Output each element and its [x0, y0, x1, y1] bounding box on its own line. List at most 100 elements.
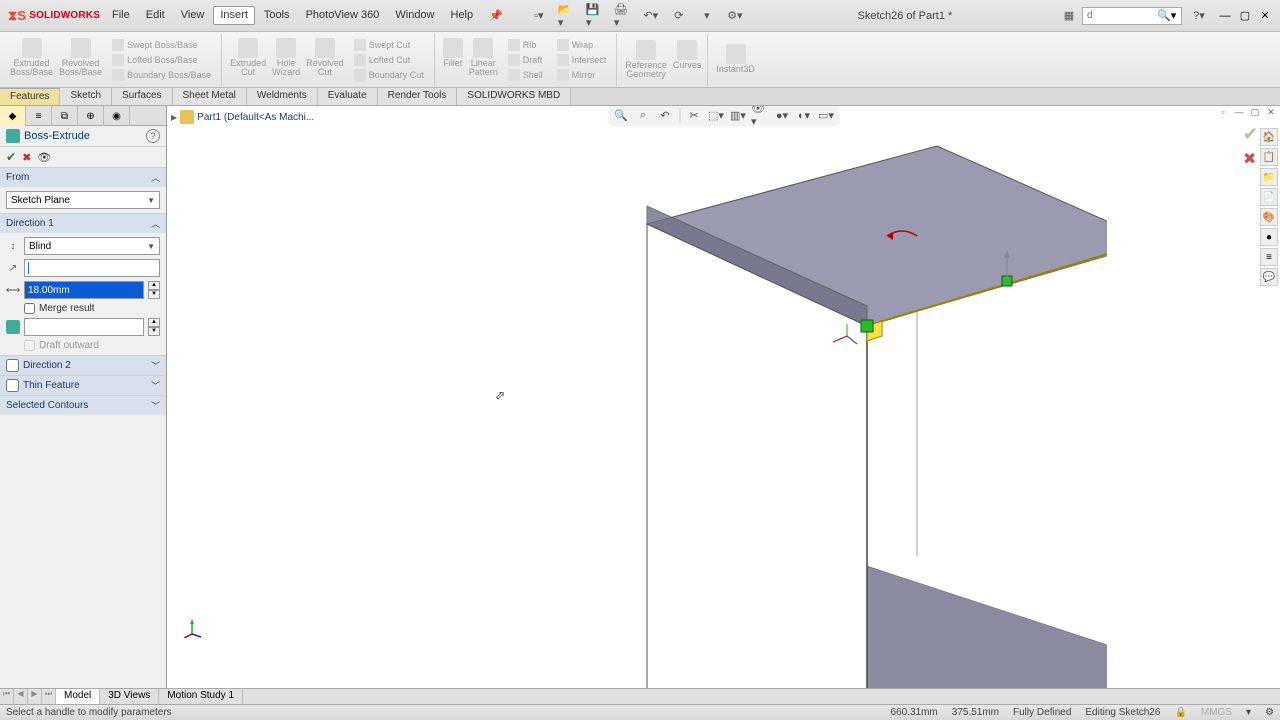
- tab-motion-study[interactable]: Motion Study 1: [159, 689, 243, 704]
- lofted-cut-button[interactable]: Lofted Cut: [350, 53, 428, 67]
- task-appearances-icon[interactable]: ●: [1260, 228, 1278, 246]
- status-options-icon[interactable]: ⚙: [1265, 707, 1274, 718]
- boundary-boss-button[interactable]: Boundary Boss/Base: [108, 68, 215, 82]
- feature-manager-tab-icon[interactable]: ◆: [0, 106, 26, 126]
- minimize-icon[interactable]: —: [1216, 8, 1234, 24]
- new-icon[interactable]: ▫▾: [530, 7, 548, 25]
- end-condition-dropdown[interactable]: Blind▼: [24, 237, 160, 255]
- instant3d-button[interactable]: Instant3D: [716, 44, 755, 74]
- task-custom-props-icon[interactable]: ≡: [1260, 248, 1278, 266]
- direction2-checkbox[interactable]: [6, 359, 19, 372]
- thin-feature-checkbox[interactable]: [6, 379, 19, 392]
- close-icon[interactable]: ✕: [1256, 8, 1274, 24]
- boundary-cut-button[interactable]: Boundary Cut: [350, 68, 428, 82]
- task-view-palette-icon[interactable]: 🎨: [1260, 208, 1278, 226]
- menu-edit[interactable]: Edit: [139, 6, 172, 25]
- tab-nav-last-icon[interactable]: ⏭: [42, 689, 56, 704]
- revolved-cut-button[interactable]: Revolved Cut: [306, 38, 344, 82]
- help-icon[interactable]: ?▾: [1190, 7, 1208, 25]
- task-resources-icon[interactable]: 📋: [1260, 148, 1278, 166]
- menu-view[interactable]: View: [174, 6, 212, 25]
- viewport-min-icon[interactable]: —: [1232, 106, 1246, 118]
- section-direction2[interactable]: Direction 2﹀: [0, 356, 166, 375]
- rebuild-icon[interactable]: ⟳: [670, 7, 688, 25]
- lofted-boss-button[interactable]: Lofted Boss/Base: [108, 53, 215, 67]
- property-manager-tab-icon[interactable]: ≡: [26, 106, 52, 126]
- status-chevron-icon[interactable]: ▾: [1246, 707, 1251, 718]
- swept-boss-button[interactable]: Swept Boss/Base: [108, 38, 215, 52]
- from-dropdown[interactable]: Sketch Plane▼: [6, 191, 160, 209]
- depth-spinner[interactable]: ▲▼: [148, 281, 160, 299]
- open-icon[interactable]: 📂▾: [558, 7, 576, 25]
- part-name[interactable]: Part1 (Default<As Machi...: [197, 112, 314, 123]
- tab-weldments[interactable]: Weldments: [247, 88, 318, 105]
- hide-show-icon[interactable]: 👁▾: [751, 106, 769, 124]
- intersect-button[interactable]: Intersect: [553, 53, 611, 67]
- tab-solidworks-mbd[interactable]: SOLIDWORKS MBD: [457, 88, 571, 105]
- tab-features[interactable]: Features: [0, 88, 60, 105]
- draft-angle-input[interactable]: [24, 318, 144, 336]
- print-icon[interactable]: 🖨▾: [614, 7, 632, 25]
- view-settings-icon[interactable]: ▭▾: [817, 106, 835, 124]
- menu-file[interactable]: File: [105, 6, 137, 25]
- tab-model[interactable]: Model: [56, 689, 100, 704]
- hole-wizard-button[interactable]: Hole Wizard: [272, 38, 300, 82]
- direction-vector-input[interactable]: [24, 259, 160, 277]
- accept-icon[interactable]: ✔: [6, 150, 16, 164]
- viewport-link-icon[interactable]: ▫: [1216, 106, 1230, 118]
- layout-icon[interactable]: ▦: [1060, 7, 1078, 25]
- tab-nav-next-icon[interactable]: ▶: [28, 689, 42, 704]
- menu-pin-icon[interactable]: 📌: [482, 6, 510, 25]
- maximize-icon[interactable]: ▢: [1236, 8, 1254, 24]
- extruded-cut-button[interactable]: Extruded Cut: [230, 38, 266, 82]
- draft-button[interactable]: Draft: [504, 53, 547, 67]
- expand-tree-icon[interactable]: ▶: [171, 113, 177, 122]
- section-from[interactable]: From︿: [0, 168, 166, 187]
- save-icon[interactable]: 💾▾: [586, 7, 604, 25]
- tab-nav-first-icon[interactable]: ⏮: [0, 689, 14, 704]
- section-selected-contours[interactable]: Selected Contours﹀: [0, 396, 166, 415]
- cancel-icon[interactable]: ✖: [22, 151, 31, 164]
- tab-sheet-metal[interactable]: Sheet Metal: [173, 88, 247, 105]
- merge-result-checkbox[interactable]: [24, 303, 35, 314]
- search-input[interactable]: [1087, 10, 1157, 21]
- tab-3d-views[interactable]: 3D Views: [100, 689, 159, 704]
- swept-cut-button[interactable]: Swept Cut: [350, 38, 428, 52]
- status-lock-icon[interactable]: 🔒: [1174, 707, 1186, 718]
- reverse-direction-icon[interactable]: ↕: [6, 239, 20, 253]
- previous-view-icon[interactable]: ↶: [656, 106, 674, 124]
- task-file-explorer-icon[interactable]: 📄: [1260, 188, 1278, 206]
- draft-spinner[interactable]: ▲▼: [148, 318, 160, 336]
- viewport-close-icon[interactable]: ✕: [1264, 106, 1278, 118]
- linear-pattern-button[interactable]: Linear Pattern: [469, 38, 498, 82]
- cancel-feature-icon[interactable]: ✖: [1243, 149, 1258, 169]
- status-units[interactable]: MMGS: [1201, 707, 1232, 718]
- display-style-icon[interactable]: ▥▾: [729, 106, 747, 124]
- zoom-fit-icon[interactable]: 🔍: [612, 106, 630, 124]
- tab-sketch[interactable]: Sketch: [60, 88, 112, 105]
- curves-button[interactable]: Curves: [673, 40, 702, 80]
- section-thin-feature[interactable]: Thin Feature﹀: [0, 376, 166, 395]
- apply-scene-icon[interactable]: ◐▾: [795, 106, 813, 124]
- menu-photoview[interactable]: PhotoView 360: [299, 6, 387, 25]
- menu-tools[interactable]: Tools: [257, 6, 297, 25]
- depth-input[interactable]: 18.00mm: [24, 281, 144, 299]
- spin-down-icon[interactable]: ▼: [148, 290, 160, 299]
- flyout-tree[interactable]: ▶ Part1 (Default<As Machi...: [171, 110, 314, 124]
- revolved-boss-button[interactable]: Revolved Boss/Base: [59, 38, 102, 82]
- menu-window[interactable]: Window: [388, 6, 441, 25]
- wrap-button[interactable]: Wrap: [553, 38, 611, 52]
- options-icon[interactable]: ⚙▾: [726, 7, 744, 25]
- view-orientation-icon[interactable]: ⬚▾: [707, 106, 725, 124]
- search-box[interactable]: 🔍▾: [1082, 7, 1182, 25]
- direction-vector-icon[interactable]: ↗: [6, 261, 20, 275]
- detailed-preview-icon[interactable]: 👁: [37, 151, 51, 164]
- task-forum-icon[interactable]: 💬: [1260, 268, 1278, 286]
- ref-geometry-button[interactable]: Reference Geometry: [625, 40, 667, 80]
- spin-down-icon[interactable]: ▼: [148, 327, 160, 336]
- zoom-area-icon[interactable]: ⌕: [634, 106, 652, 124]
- select-icon[interactable]: ▾: [698, 7, 716, 25]
- spin-up-icon[interactable]: ▲: [148, 281, 160, 290]
- dimxpert-manager-tab-icon[interactable]: ⊕: [78, 106, 104, 126]
- section-direction1[interactable]: Direction 1︿: [0, 214, 166, 233]
